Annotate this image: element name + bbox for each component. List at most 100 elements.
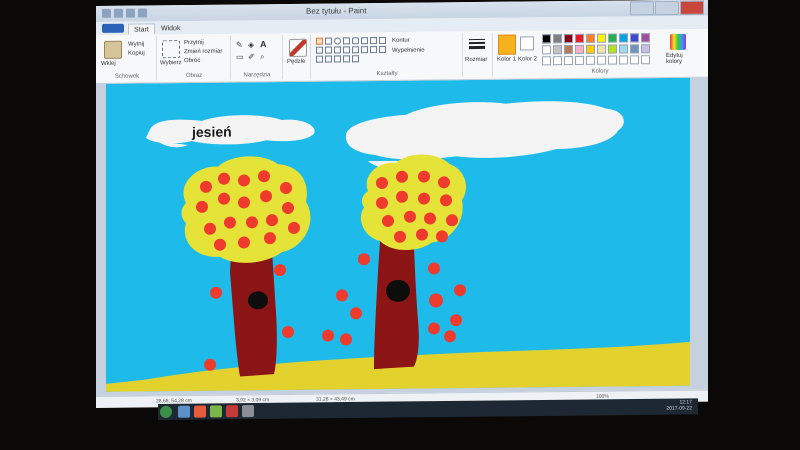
minimize-button[interactable] <box>630 1 654 16</box>
app-icon[interactable] <box>242 404 254 418</box>
palette-swatch[interactable] <box>553 56 562 66</box>
redo-icon[interactable] <box>126 8 135 18</box>
polygon-shape-icon[interactable] <box>361 37 368 45</box>
oval-shape-icon[interactable] <box>334 37 341 45</box>
canvas-workspace: jesień <box>96 77 708 397</box>
crop-button[interactable]: Przytnij <box>184 40 204 46</box>
tab-view[interactable]: Widok <box>156 23 185 34</box>
palette-swatch[interactable] <box>575 33 584 43</box>
palette-swatch[interactable] <box>619 44 628 54</box>
right-triangle-shape-icon[interactable] <box>379 36 386 45</box>
pentagon-shape-icon[interactable] <box>325 46 332 54</box>
palette-swatch[interactable] <box>630 55 639 65</box>
palette-swatch[interactable] <box>630 33 639 43</box>
image-group: Wybierz Przytnij Zmień rozmiar Obróć Obr… <box>158 35 231 81</box>
rotate-button[interactable]: Obróć <box>184 58 200 64</box>
browser-icon[interactable] <box>210 405 222 418</box>
maximize-button[interactable] <box>655 0 679 16</box>
paste-button[interactable]: Wklej <box>101 61 116 67</box>
clipboard-group: Wklej Wytnij Kopiuj Schowek <box>98 36 157 81</box>
brushes-button[interactable]: Pędzle <box>287 59 305 65</box>
star-shape-icon[interactable] <box>379 45 386 54</box>
fill-icon[interactable]: ◈ <box>248 40 254 49</box>
palette-swatch[interactable] <box>608 33 617 43</box>
explorer-icon[interactable] <box>178 405 190 418</box>
magnifier-icon[interactable]: ⌕ <box>260 52 264 62</box>
resize-button[interactable]: Zmień rozmiar <box>184 49 222 55</box>
paint-menu-button[interactable] <box>102 23 124 33</box>
palette-swatch[interactable] <box>553 45 562 55</box>
callout-shape-icon[interactable] <box>316 55 323 63</box>
close-button[interactable] <box>680 0 704 15</box>
palette-swatch[interactable] <box>564 56 573 66</box>
edit-colors-button[interactable]: Edytuj kolory <box>666 53 696 65</box>
star-six-shape-icon[interactable] <box>352 55 359 63</box>
hexagon-shape-icon[interactable] <box>334 46 341 54</box>
color1-swatch[interactable] <box>498 34 516 55</box>
size-button[interactable]: Rozmiar <box>465 57 487 63</box>
rounded-rectangle-shape-icon[interactable] <box>352 37 359 45</box>
color2-swatch[interactable] <box>520 36 534 51</box>
triangle-shape-icon[interactable] <box>370 37 377 45</box>
left-arrow-shape-icon[interactable] <box>352 46 359 54</box>
palette-swatch[interactable] <box>641 55 650 65</box>
palette-swatch[interactable] <box>542 45 551 55</box>
color-picker-icon[interactable]: ✐ <box>248 52 255 61</box>
paint-taskbar-icon[interactable] <box>194 405 206 418</box>
curve-shape-icon[interactable] <box>325 37 332 45</box>
edit-colors-icon[interactable] <box>670 33 686 50</box>
outline-button[interactable]: Kontur <box>392 38 410 44</box>
select-icon[interactable] <box>162 40 180 59</box>
eraser-icon[interactable]: ▭ <box>236 52 244 61</box>
palette-swatch[interactable] <box>597 55 606 65</box>
palette-swatch[interactable] <box>619 33 628 43</box>
text-icon[interactable]: A <box>260 39 267 49</box>
palette-swatch[interactable] <box>575 55 584 65</box>
rectangle-shape-icon[interactable] <box>343 37 350 45</box>
lightning-shape-icon[interactable] <box>334 55 341 63</box>
save-icon[interactable] <box>102 8 111 18</box>
palette-swatch[interactable] <box>630 44 639 54</box>
palette-swatch[interactable] <box>641 44 650 54</box>
palette-swatch[interactable] <box>608 44 617 54</box>
palette-swatch[interactable] <box>608 55 617 65</box>
customize-toolbar-icon[interactable] <box>138 8 147 18</box>
down-arrow-shape-icon[interactable] <box>370 46 377 54</box>
palette-swatch[interactable] <box>641 33 650 43</box>
tools-group-label: Narzędzia <box>243 72 271 79</box>
shapes-group: Kontur Wypełnienie Kształty <box>312 33 463 79</box>
undo-icon[interactable] <box>114 8 123 18</box>
pencil-icon[interactable]: ✎ <box>236 40 243 49</box>
size-icon[interactable] <box>469 38 485 50</box>
diamond-shape-icon[interactable] <box>316 46 323 54</box>
palette-swatch[interactable] <box>619 55 628 65</box>
brush-icon[interactable] <box>289 38 307 57</box>
palette-swatch[interactable] <box>586 33 595 43</box>
palette-swatch[interactable] <box>564 34 573 44</box>
copy-button[interactable]: Kopiuj <box>128 50 145 56</box>
drawing-canvas[interactable]: jesień <box>106 77 690 392</box>
palette-swatch[interactable] <box>597 33 606 43</box>
media-icon[interactable] <box>226 405 238 418</box>
select-button[interactable]: Wybierz <box>160 60 182 66</box>
right-arrow-shape-icon[interactable] <box>343 46 350 54</box>
palette-swatch[interactable] <box>597 44 606 54</box>
palette-swatch[interactable] <box>542 34 551 44</box>
fill-button[interactable]: Wypełnienie <box>392 48 425 54</box>
cut-button[interactable]: Wytnij <box>128 41 144 47</box>
window-title: Bez tytułu - Paint <box>306 6 367 16</box>
cloud-shape-icon[interactable] <box>343 55 350 63</box>
line-shape-icon[interactable] <box>316 37 323 45</box>
palette-swatch[interactable] <box>542 56 551 66</box>
system-clock[interactable]: 12:17 2017-09-22 <box>666 399 692 411</box>
palette-swatch[interactable] <box>586 55 595 65</box>
palette-swatch[interactable] <box>553 34 562 44</box>
start-button[interactable] <box>160 405 172 418</box>
palette-swatch[interactable] <box>575 44 584 54</box>
heart-shape-icon[interactable] <box>325 55 332 63</box>
clipboard-group-label: Schowek <box>114 73 140 80</box>
palette-swatch[interactable] <box>586 44 595 54</box>
palette-swatch[interactable] <box>564 45 573 55</box>
paste-icon[interactable] <box>104 40 122 59</box>
up-arrow-shape-icon[interactable] <box>361 46 368 54</box>
